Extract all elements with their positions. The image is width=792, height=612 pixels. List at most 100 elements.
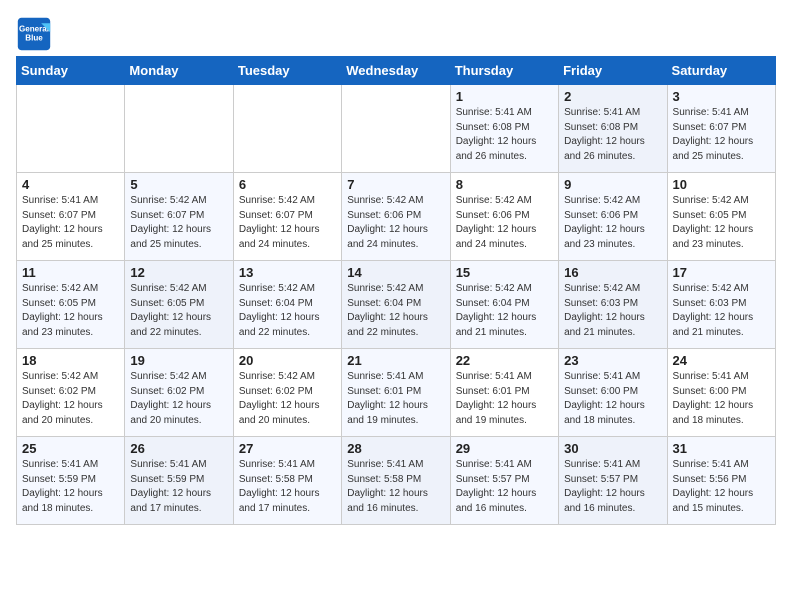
day-info: Sunrise: 5:42 AMSunset: 6:04 PMDaylight:…	[456, 282, 553, 340]
day-info: Sunrise: 5:42 AMSunset: 6:04 PMDaylight:…	[347, 282, 444, 340]
day-info: Sunrise: 5:41 AMSunset: 5:57 PMDaylight:…	[456, 458, 553, 516]
weekday-header-monday: Monday	[125, 57, 233, 85]
day-info: Sunrise: 5:42 AMSunset: 6:03 PMDaylight:…	[673, 282, 770, 340]
day-info: Sunrise: 5:41 AMSunset: 5:57 PMDaylight:…	[564, 458, 661, 516]
day-info: Sunrise: 5:41 AMSunset: 6:01 PMDaylight:…	[456, 370, 553, 428]
day-number: 29	[456, 441, 553, 456]
calendar-cell: 4 Sunrise: 5:41 AMSunset: 6:07 PMDaylight…	[17, 173, 125, 261]
calendar-cell: 28 Sunrise: 5:41 AMSunset: 5:58 PMDayligh…	[342, 437, 450, 525]
day-number: 4	[22, 177, 119, 192]
page-header: General Blue	[16, 16, 776, 52]
logo: General Blue	[16, 16, 52, 52]
weekday-header-row: SundayMondayTuesdayWednesdayThursdayFrid…	[17, 57, 776, 85]
calendar-cell: 2 Sunrise: 5:41 AMSunset: 6:08 PMDaylight…	[559, 85, 667, 173]
day-number: 3	[673, 89, 770, 104]
calendar-cell: 1 Sunrise: 5:41 AMSunset: 6:08 PMDaylight…	[450, 85, 558, 173]
day-number: 10	[673, 177, 770, 192]
day-info: Sunrise: 5:42 AMSunset: 6:06 PMDaylight:…	[456, 194, 553, 252]
calendar-cell	[125, 85, 233, 173]
day-number: 30	[564, 441, 661, 456]
day-number: 9	[564, 177, 661, 192]
day-info: Sunrise: 5:41 AMSunset: 5:58 PMDaylight:…	[347, 458, 444, 516]
calendar-cell: 14 Sunrise: 5:42 AMSunset: 6:04 PMDayligh…	[342, 261, 450, 349]
calendar-week-5: 25Sunrise: 5:41 AMSunset: 5:59 PMDayligh…	[17, 437, 776, 525]
day-info: Sunrise: 5:41 AMSunset: 6:00 PMDaylight:…	[673, 370, 770, 428]
calendar-cell: 25Sunrise: 5:41 AMSunset: 5:59 PMDayligh…	[17, 437, 125, 525]
day-info: Sunrise: 5:42 AMSunset: 6:02 PMDaylight:…	[22, 370, 119, 428]
day-number: 20	[239, 353, 336, 368]
day-number: 7	[347, 177, 444, 192]
calendar-cell: 11Sunrise: 5:42 AMSunset: 6:05 PMDayligh…	[17, 261, 125, 349]
weekday-header-friday: Friday	[559, 57, 667, 85]
day-info: Sunrise: 5:42 AMSunset: 6:04 PMDaylight:…	[239, 282, 336, 340]
day-info: Sunrise: 5:41 AMSunset: 6:07 PMDaylight:…	[22, 194, 119, 252]
calendar-cell: 20Sunrise: 5:42 AMSunset: 6:02 PMDayligh…	[233, 349, 341, 437]
calendar-week-4: 18 Sunrise: 5:42 AMSunset: 6:02 PMDayligh…	[17, 349, 776, 437]
day-info: Sunrise: 5:41 AMSunset: 5:59 PMDaylight:…	[130, 458, 227, 516]
day-info: Sunrise: 5:41 AMSunset: 5:56 PMDaylight:…	[673, 458, 770, 516]
day-info: Sunrise: 5:41 AMSunset: 6:08 PMDaylight:…	[564, 106, 661, 164]
calendar-cell: 22Sunrise: 5:41 AMSunset: 6:01 PMDayligh…	[450, 349, 558, 437]
calendar-cell: 30 Sunrise: 5:41 AMSunset: 5:57 PMDayligh…	[559, 437, 667, 525]
calendar-cell	[233, 85, 341, 173]
day-info: Sunrise: 5:42 AMSunset: 6:07 PMDaylight:…	[239, 194, 336, 252]
day-number: 14	[347, 265, 444, 280]
day-number: 1	[456, 89, 553, 104]
day-info: Sunrise: 5:42 AMSunset: 6:06 PMDaylight:…	[564, 194, 661, 252]
day-number: 28	[347, 441, 444, 456]
calendar-cell: 8 Sunrise: 5:42 AMSunset: 6:06 PMDaylight…	[450, 173, 558, 261]
day-info: Sunrise: 5:41 AMSunset: 6:08 PMDaylight:…	[456, 106, 553, 164]
calendar-cell: 26 Sunrise: 5:41 AMSunset: 5:59 PMDayligh…	[125, 437, 233, 525]
calendar-cell: 16Sunrise: 5:42 AMSunset: 6:03 PMDayligh…	[559, 261, 667, 349]
day-number: 15	[456, 265, 553, 280]
day-number: 5	[130, 177, 227, 192]
day-info: Sunrise: 5:42 AMSunset: 6:02 PMDaylight:…	[130, 370, 227, 428]
calendar-cell: 21Sunrise: 5:41 AMSunset: 6:01 PMDayligh…	[342, 349, 450, 437]
calendar-cell: 29 Sunrise: 5:41 AMSunset: 5:57 PMDayligh…	[450, 437, 558, 525]
calendar-week-1: 1 Sunrise: 5:41 AMSunset: 6:08 PMDaylight…	[17, 85, 776, 173]
weekday-header-tuesday: Tuesday	[233, 57, 341, 85]
calendar-cell: 18 Sunrise: 5:42 AMSunset: 6:02 PMDayligh…	[17, 349, 125, 437]
day-info: Sunrise: 5:42 AMSunset: 6:07 PMDaylight:…	[130, 194, 227, 252]
day-info: Sunrise: 5:41 AMSunset: 6:07 PMDaylight:…	[673, 106, 770, 164]
calendar-cell: 27Sunrise: 5:41 AMSunset: 5:58 PMDayligh…	[233, 437, 341, 525]
calendar-cell: 23 Sunrise: 5:41 AMSunset: 6:00 PMDayligh…	[559, 349, 667, 437]
calendar-cell: 15 Sunrise: 5:42 AMSunset: 6:04 PMDayligh…	[450, 261, 558, 349]
weekday-header-saturday: Saturday	[667, 57, 775, 85]
calendar-cell: 31 Sunrise: 5:41 AMSunset: 5:56 PMDayligh…	[667, 437, 775, 525]
day-number: 23	[564, 353, 661, 368]
calendar-cell	[342, 85, 450, 173]
day-number: 8	[456, 177, 553, 192]
day-info: Sunrise: 5:42 AMSunset: 6:06 PMDaylight:…	[347, 194, 444, 252]
day-info: Sunrise: 5:41 AMSunset: 6:00 PMDaylight:…	[564, 370, 661, 428]
day-number: 26	[130, 441, 227, 456]
calendar-cell: 5 Sunrise: 5:42 AMSunset: 6:07 PMDaylight…	[125, 173, 233, 261]
calendar-cell: 13 Sunrise: 5:42 AMSunset: 6:04 PMDayligh…	[233, 261, 341, 349]
day-info: Sunrise: 5:41 AMSunset: 5:59 PMDaylight:…	[22, 458, 119, 516]
calendar-cell: 6 Sunrise: 5:42 AMSunset: 6:07 PMDaylight…	[233, 173, 341, 261]
calendar-cell: 24 Sunrise: 5:41 AMSunset: 6:00 PMDayligh…	[667, 349, 775, 437]
calendar-cell: 7 Sunrise: 5:42 AMSunset: 6:06 PMDaylight…	[342, 173, 450, 261]
weekday-header-sunday: Sunday	[17, 57, 125, 85]
day-number: 17	[673, 265, 770, 280]
day-number: 16	[564, 265, 661, 280]
calendar-cell: 17 Sunrise: 5:42 AMSunset: 6:03 PMDayligh…	[667, 261, 775, 349]
day-number: 13	[239, 265, 336, 280]
day-number: 21	[347, 353, 444, 368]
day-number: 2	[564, 89, 661, 104]
day-number: 31	[673, 441, 770, 456]
day-info: Sunrise: 5:42 AMSunset: 6:05 PMDaylight:…	[22, 282, 119, 340]
calendar-table: SundayMondayTuesdayWednesdayThursdayFrid…	[16, 56, 776, 525]
day-number: 12	[130, 265, 227, 280]
day-number: 6	[239, 177, 336, 192]
day-number: 19	[130, 353, 227, 368]
calendar-cell: 19 Sunrise: 5:42 AMSunset: 6:02 PMDayligh…	[125, 349, 233, 437]
day-number: 24	[673, 353, 770, 368]
logo-icon: General Blue	[16, 16, 52, 52]
weekday-header-thursday: Thursday	[450, 57, 558, 85]
day-info: Sunrise: 5:42 AMSunset: 6:05 PMDaylight:…	[130, 282, 227, 340]
weekday-header-wednesday: Wednesday	[342, 57, 450, 85]
day-number: 18	[22, 353, 119, 368]
calendar-cell: 3 Sunrise: 5:41 AMSunset: 6:07 PMDaylight…	[667, 85, 775, 173]
svg-text:Blue: Blue	[25, 33, 43, 42]
